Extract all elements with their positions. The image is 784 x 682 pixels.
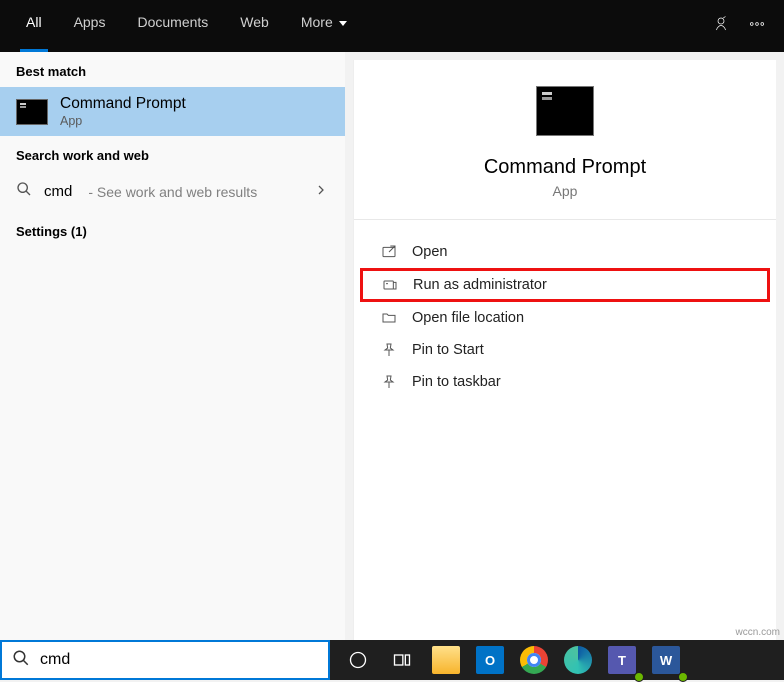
- taskbar-app-word[interactable]: [646, 640, 686, 680]
- folder-location-icon: [380, 310, 398, 326]
- search-web-header: Search work and web: [0, 136, 345, 171]
- pin-taskbar-icon: [380, 374, 398, 390]
- admin-shield-icon: [381, 277, 399, 293]
- preview-app-icon: [536, 86, 594, 136]
- taskbar: [330, 640, 784, 680]
- result-command-prompt[interactable]: Command Prompt App: [0, 87, 345, 136]
- settings-header[interactable]: Settings (1): [0, 212, 345, 247]
- status-badge-icon: [634, 672, 644, 682]
- outlook-icon: [476, 646, 504, 674]
- watermark: wccn.com: [736, 627, 780, 638]
- web-hint: - See work and web results: [88, 184, 257, 200]
- open-icon: [380, 244, 398, 260]
- taskbar-app-chrome[interactable]: [514, 640, 554, 680]
- tab-documents[interactable]: Documents: [121, 0, 224, 52]
- chevron-right-icon: [315, 183, 327, 201]
- action-open-file-location[interactable]: Open file location: [360, 302, 770, 334]
- action-run-as-administrator[interactable]: Run as administrator: [360, 268, 770, 302]
- edge-icon: [564, 646, 592, 674]
- cortana-button[interactable]: [338, 640, 378, 680]
- action-pin-taskbar-label: Pin to taskbar: [412, 374, 501, 390]
- teams-icon: [608, 646, 636, 674]
- main-area: Best match Command Prompt App Search wor…: [0, 52, 784, 640]
- taskbar-app-file-explorer[interactable]: [426, 640, 466, 680]
- tab-apps[interactable]: Apps: [58, 0, 122, 52]
- action-open[interactable]: Open: [360, 236, 770, 268]
- preview-pane: Command Prompt App Open Run as administr…: [353, 60, 776, 640]
- feedback-icon[interactable]: [712, 15, 730, 38]
- command-prompt-icon: [16, 99, 48, 125]
- pin-start-icon: [380, 342, 398, 358]
- search-icon: [16, 181, 32, 202]
- preview-subtitle: App: [553, 183, 578, 199]
- search-icon: [12, 649, 30, 672]
- actions-list: Open Run as administrator Open file loca…: [354, 220, 776, 414]
- header-icons: [712, 0, 784, 52]
- tabs-container: All Apps Documents Web More: [0, 0, 363, 52]
- action-run-admin-label: Run as administrator: [413, 277, 547, 293]
- taskbar-search-box[interactable]: [0, 640, 330, 680]
- task-view-button[interactable]: [382, 640, 422, 680]
- tab-more[interactable]: More: [285, 0, 363, 52]
- chevron-down-icon: [339, 21, 347, 26]
- search-input[interactable]: [40, 651, 318, 669]
- more-options-icon[interactable]: [748, 15, 766, 38]
- tab-more-label: More: [301, 14, 333, 30]
- action-open-loc-label: Open file location: [412, 310, 524, 326]
- status-badge-icon: [678, 672, 688, 682]
- web-query: cmd: [44, 183, 72, 200]
- action-pin-start-label: Pin to Start: [412, 342, 484, 358]
- result-text: Command Prompt App: [60, 95, 186, 128]
- result-subtitle: App: [60, 114, 186, 128]
- chrome-icon: [520, 646, 548, 674]
- file-explorer-icon: [432, 646, 460, 674]
- tab-all[interactable]: All: [10, 0, 58, 52]
- result-title: Command Prompt: [60, 95, 186, 113]
- best-match-header: Best match: [0, 52, 345, 87]
- action-pin-to-start[interactable]: Pin to Start: [360, 334, 770, 366]
- web-result-cmd[interactable]: cmd - See work and web results: [0, 171, 345, 212]
- tab-web[interactable]: Web: [224, 0, 285, 52]
- preview-header: Command Prompt App: [354, 60, 776, 220]
- search-tabs-bar: All Apps Documents Web More: [0, 0, 784, 52]
- taskbar-app-edge[interactable]: [558, 640, 598, 680]
- results-pane: Best match Command Prompt App Search wor…: [0, 52, 345, 640]
- action-pin-to-taskbar[interactable]: Pin to taskbar: [360, 366, 770, 398]
- word-icon: [652, 646, 680, 674]
- action-open-label: Open: [412, 244, 447, 260]
- taskbar-app-teams[interactable]: [602, 640, 642, 680]
- taskbar-app-outlook[interactable]: [470, 640, 510, 680]
- preview-title: Command Prompt: [484, 156, 646, 179]
- bottom-bar: [0, 640, 784, 680]
